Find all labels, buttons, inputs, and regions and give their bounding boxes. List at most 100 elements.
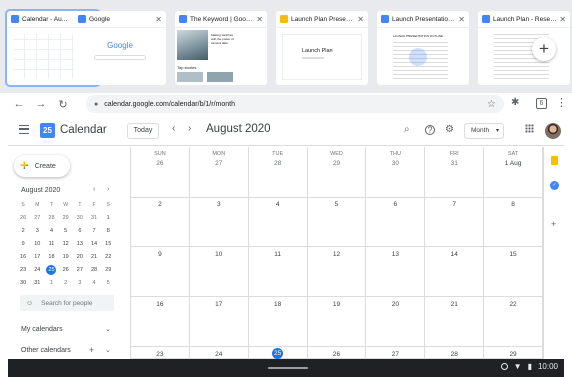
day-number[interactable]: 22 [484, 301, 542, 308]
mini-day[interactable]: 13 [73, 241, 87, 247]
mini-day-today[interactable]: 25 [46, 265, 57, 276]
month-day-cell[interactable]: 29 [484, 347, 543, 359]
month-day-cell[interactable]: 5 [307, 197, 367, 247]
day-number[interactable]: 9 [131, 251, 189, 258]
day-number[interactable]: 7 [425, 201, 483, 208]
day-number[interactable]: 27 [366, 351, 424, 358]
day-number[interactable]: 26 [308, 351, 366, 358]
month-day-cell[interactable]: 24 [189, 347, 249, 359]
mini-day[interactable]: 5 [59, 228, 73, 234]
month-day-cell[interactable]: 19 [307, 297, 367, 347]
mini-day[interactable]: 3 [73, 280, 87, 286]
day-number[interactable]: 30 [366, 160, 424, 167]
other-calendars-header[interactable]: Other calendars [21, 347, 71, 354]
day-number[interactable]: 14 [425, 251, 483, 258]
tasks-icon[interactable]: ✓ [550, 181, 559, 190]
tab-4[interactable]: Launch Presentation ... ✕ LAUNCH PRESENTAT… [377, 11, 469, 85]
apps-grid-icon[interactable] [525, 124, 534, 133]
mini-day[interactable]: 30 [73, 215, 87, 221]
mini-day[interactable]: 31 [87, 215, 101, 221]
my-calendars-header[interactable]: My calendars [21, 326, 63, 333]
forward-button[interactable]: → [30, 98, 52, 110]
search-people-input[interactable]: ☺ Search for people [20, 295, 114, 311]
mini-day[interactable]: 20 [73, 254, 87, 260]
mini-day[interactable]: 6 [73, 228, 87, 234]
mini-day[interactable]: 16 [16, 254, 30, 260]
shelf-handle[interactable] [268, 367, 308, 369]
day-number[interactable]: 2 [131, 201, 189, 208]
day-number[interactable]: 11 [249, 251, 307, 258]
day-number[interactable]: 28 [425, 351, 483, 358]
day-number[interactable]: 10 [190, 251, 248, 258]
new-tab-button[interactable]: + [532, 37, 556, 61]
mini-day[interactable]: 26 [59, 267, 73, 273]
address-bar[interactable]: ● calendar.google.com/calendar/b/1/r/mon… [86, 95, 504, 113]
close-icon[interactable]: ✕ [256, 15, 263, 24]
mini-day[interactable]: 10 [30, 241, 44, 247]
month-day-cell[interactable]: 25 [248, 347, 308, 359]
month-day-cell[interactable]: 23 [131, 347, 190, 359]
browser-menu-icon[interactable]: ⋮ [556, 96, 567, 109]
month-day-cell[interactable]: WED 29 [307, 147, 367, 198]
bookmark-star-icon[interactable]: ☆ [487, 99, 496, 110]
mini-day[interactable]: 15 [101, 241, 115, 247]
day-number[interactable]: 4 [249, 201, 307, 208]
gear-icon[interactable]: ⚙ [445, 124, 454, 135]
mini-day[interactable]: 28 [87, 267, 101, 273]
day-number[interactable]: 3 [190, 201, 248, 208]
mini-day[interactable]: 29 [59, 215, 73, 221]
mini-day[interactable]: 4 [44, 228, 58, 234]
day-number[interactable]: 23 [131, 351, 189, 358]
day-number[interactable]: 6 [366, 201, 424, 208]
month-day-cell[interactable]: 12 [307, 247, 367, 297]
month-day-cell[interactable]: 3 [189, 197, 249, 247]
month-day-cell[interactable]: 4 [248, 197, 308, 247]
reload-button[interactable]: ↻ [52, 98, 74, 111]
view-selector[interactable]: Month ▾ [464, 123, 504, 139]
mini-day[interactable]: 21 [87, 254, 101, 260]
status-tray[interactable]: ▼ ▮ 10:00 [500, 362, 558, 371]
chevron-right-icon[interactable]: › [188, 123, 191, 134]
mini-next-chevron-icon[interactable]: › [107, 186, 109, 193]
tab-1[interactable]: Google ✕ Google [74, 11, 166, 85]
mini-day[interactable]: 22 [101, 254, 115, 260]
mini-day[interactable]: 18 [44, 254, 58, 260]
keep-icon[interactable] [551, 156, 558, 165]
month-day-cell[interactable]: 2 [131, 197, 190, 247]
month-day-cell[interactable]: 21 [425, 297, 485, 347]
month-day-cell[interactable]: 17 [189, 297, 249, 347]
other-calendars-chevron-icon[interactable]: ⌄ [105, 346, 111, 354]
day-number[interactable]: 5 [308, 201, 366, 208]
day-number-today[interactable]: 25 [272, 348, 284, 359]
mini-day[interactable]: 28 [44, 215, 58, 221]
mini-day[interactable]: 9 [16, 241, 30, 247]
month-day-cell[interactable]: 27 [366, 347, 426, 359]
close-icon[interactable]: ✕ [155, 15, 162, 24]
day-number[interactable]: 21 [425, 301, 483, 308]
tab-count-badge[interactable]: 6 [536, 98, 547, 109]
mini-day[interactable]: 12 [59, 241, 73, 247]
month-day-cell[interactable]: 15 [484, 247, 543, 297]
day-number[interactable]: 8 [484, 201, 542, 208]
tab-2[interactable]: The Keyword | Google ✕ Making switches wit… [175, 11, 267, 85]
close-icon[interactable]: ✕ [357, 15, 364, 24]
month-day-cell[interactable]: TUE 28 [248, 147, 308, 198]
month-day-cell[interactable]: FRI 31 [425, 147, 485, 198]
month-day-cell[interactable]: 11 [248, 247, 308, 297]
day-number[interactable]: 12 [308, 251, 366, 258]
day-number[interactable]: 26 [131, 160, 189, 167]
month-day-cell[interactable]: SAT 1 Aug [484, 147, 543, 198]
month-day-cell[interactable]: 10 [189, 247, 249, 297]
mini-day[interactable]: 24 [30, 267, 44, 273]
month-day-cell[interactable]: 6 [366, 197, 426, 247]
today-button[interactable]: Today [127, 123, 159, 139]
month-day-cell[interactable]: 7 [425, 197, 485, 247]
day-number[interactable]: 13 [366, 251, 424, 258]
mini-day[interactable]: 23 [16, 267, 30, 273]
mini-day[interactable]: 27 [30, 215, 44, 221]
day-number[interactable]: 27 [190, 160, 248, 167]
avatar[interactable] [545, 123, 561, 139]
chevron-left-icon[interactable]: ‹ [172, 123, 175, 134]
month-day-cell[interactable]: 22 [484, 297, 543, 347]
month-day-cell[interactable]: MON 27 [189, 147, 249, 198]
